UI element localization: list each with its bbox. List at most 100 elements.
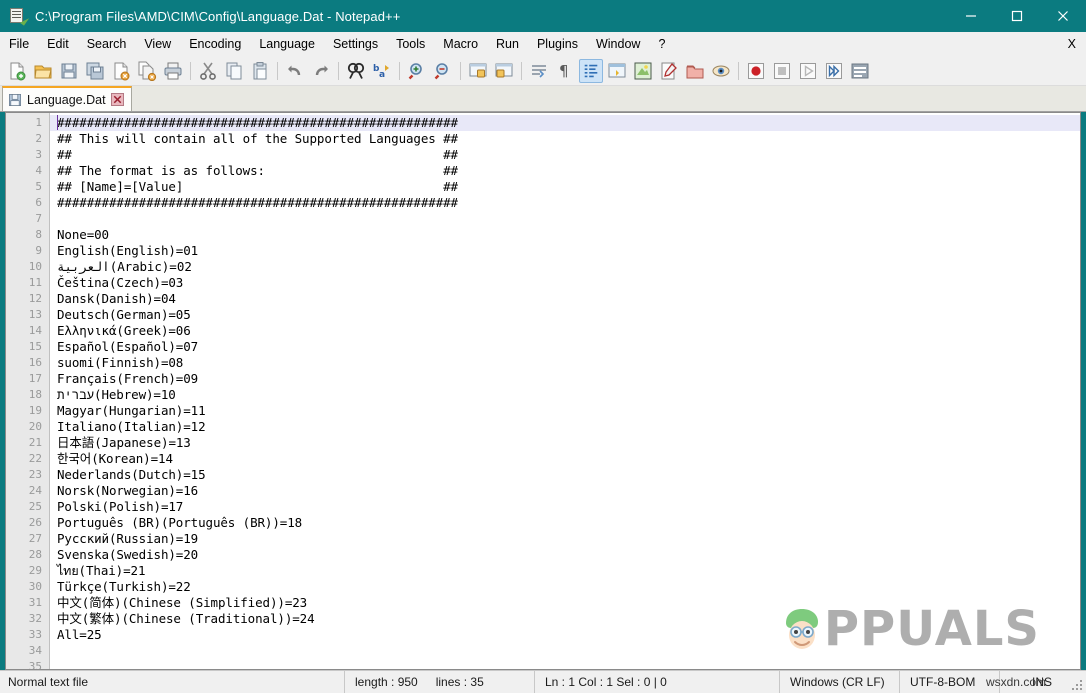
code-line[interactable]: ## [Name]=[Value] ## (50, 179, 1080, 195)
code-line[interactable]: ## This will contain all of the Supporte… (50, 131, 1080, 147)
menu-item-help[interactable]: ? (649, 32, 674, 56)
new-file-icon[interactable] (5, 59, 29, 83)
code-line[interactable]: 한국어(Korean)=14 (50, 451, 1080, 467)
code-line[interactable]: All=25 (50, 627, 1080, 643)
close-document-button[interactable]: X (1068, 32, 1076, 56)
line-number: 18 (28, 388, 42, 401)
code-line[interactable]: Svenska(Swedish)=20 (50, 547, 1080, 563)
code-line[interactable]: Deutsch(German)=05 (50, 307, 1080, 323)
code-line[interactable]: ## ## (50, 147, 1080, 163)
find-icon[interactable] (344, 59, 368, 83)
code-line[interactable]: Norsk(Norwegian)=16 (50, 483, 1080, 499)
menu-item-encoding[interactable]: Encoding (180, 32, 250, 56)
text-editor[interactable]: 1 2 3 4 5 6 7 8 9 10 11 12 13 14 15 16 17 18 19 20 21 22 23 24 2… (5, 112, 1081, 670)
code-line[interactable]: Magyar(Hungarian)=11 (50, 403, 1080, 419)
show-indent-guide-icon[interactable]: ¶ (553, 59, 577, 83)
document-map-icon[interactable] (657, 59, 681, 83)
line-number: 3 (35, 148, 42, 161)
code-line[interactable]: ########################################… (50, 195, 1080, 211)
word-wrap-icon[interactable] (527, 59, 551, 83)
close-icon[interactable] (1040, 0, 1086, 32)
line-number: 1 (35, 116, 42, 129)
menu-item-plugins[interactable]: Plugins (528, 32, 587, 56)
code-line[interactable]: Русский(Russian)=19 (50, 531, 1080, 547)
code-line[interactable] (50, 643, 1080, 659)
code-line[interactable]: 日本語(Japanese)=13 (50, 435, 1080, 451)
copy-icon[interactable] (222, 59, 246, 83)
code-line[interactable]: עברית(Hebrew)=10 (50, 387, 1080, 403)
code-line[interactable]: suomi(Finnish)=08 (50, 355, 1080, 371)
undo-icon[interactable] (283, 59, 307, 83)
maximize-icon[interactable] (994, 0, 1040, 32)
save-all-icon[interactable] (83, 59, 107, 83)
code-line[interactable]: 中文(繁体)(Chinese (Traditional))=24 (50, 611, 1080, 627)
show-all-characters-icon[interactable] (579, 58, 603, 83)
sync-horizontal-scroll-icon[interactable] (492, 59, 516, 83)
code-line[interactable]: Polski(Polish)=17 (50, 499, 1080, 515)
line-number: 5 (35, 180, 42, 193)
menu-item-tools[interactable]: Tools (387, 32, 434, 56)
title-bar: C:\Program Files\AMD\CIM\Config\Language… (0, 0, 1086, 32)
code-line[interactable]: Türkçe(Turkish)=22 (50, 579, 1080, 595)
user-defined-language-icon[interactable] (631, 59, 655, 83)
menu-item-file[interactable]: File (0, 32, 38, 56)
close-file-icon[interactable] (109, 59, 133, 83)
zoom-out-icon[interactable] (431, 59, 455, 83)
code-line[interactable]: Ελληνικά(Greek)=06 (50, 323, 1080, 339)
line-number: 11 (28, 276, 42, 289)
paste-icon[interactable] (248, 59, 272, 83)
tab-close-icon[interactable] (111, 93, 125, 107)
code-line[interactable]: Français(French)=09 (50, 371, 1080, 387)
line-number: 2 (35, 132, 42, 145)
record-macro-icon[interactable] (744, 59, 768, 83)
run-macro-multiple-icon[interactable] (822, 59, 846, 83)
line-number: 12 (28, 292, 42, 305)
code-line[interactable]: ########################################… (50, 115, 1080, 131)
code-content[interactable]: ########################################… (50, 113, 1080, 669)
menu-item-window[interactable]: Window (587, 32, 649, 56)
resize-grip[interactable] (1070, 678, 1082, 690)
zoom-in-icon[interactable] (405, 59, 429, 83)
code-line[interactable]: Čeština(Czech)=03 (50, 275, 1080, 291)
run-dialog-icon[interactable] (848, 59, 872, 83)
stop-macro-icon[interactable] (770, 59, 794, 83)
cut-icon[interactable] (196, 59, 220, 83)
tab-language-dat[interactable]: Language.Dat (2, 86, 132, 111)
minimize-icon[interactable] (948, 0, 994, 32)
save-icon[interactable] (57, 59, 81, 83)
code-line[interactable]: Nederlands(Dutch)=15 (50, 467, 1080, 483)
replace-icon[interactable]: ba (370, 59, 394, 83)
function-list-icon[interactable] (683, 59, 707, 83)
print-icon[interactable] (161, 59, 185, 83)
show-ui-icon[interactable] (605, 59, 629, 83)
code-line[interactable]: ## The format is as follows: ## (50, 163, 1080, 179)
play-macro-icon[interactable] (796, 59, 820, 83)
sync-vertical-scroll-icon[interactable] (466, 59, 490, 83)
code-line[interactable]: Português (BR)(Português (BR))=18 (50, 515, 1080, 531)
line-number: 24 (28, 484, 42, 497)
menu-item-view[interactable]: View (135, 32, 180, 56)
menu-item-macro[interactable]: Macro (434, 32, 487, 56)
code-line[interactable] (50, 659, 1080, 669)
code-line[interactable]: English(English)=01 (50, 243, 1080, 259)
code-line[interactable]: 中文(简体)(Chinese (Simplified))=23 (50, 595, 1080, 611)
open-file-icon[interactable] (31, 59, 55, 83)
menu-item-settings[interactable]: Settings (324, 32, 387, 56)
code-line[interactable]: Italiano(Italian)=12 (50, 419, 1080, 435)
menu-item-run[interactable]: Run (487, 32, 528, 56)
code-line[interactable]: Dansk(Danish)=04 (50, 291, 1080, 307)
code-line[interactable]: العربية(Arabic)=02 (50, 259, 1080, 275)
document-tab-bar: Language.Dat (0, 86, 1086, 112)
menu-item-language[interactable]: Language (250, 32, 324, 56)
status-caret-position: Ln : 1 Col : 1 Sel : 0 | 0 (535, 670, 780, 693)
code-line[interactable]: None=00 (50, 227, 1080, 243)
menu-item-search[interactable]: Search (78, 32, 136, 56)
code-line[interactable]: Español(Español)=07 (50, 339, 1080, 355)
code-line[interactable]: ไทย(Thai)=21 (50, 563, 1080, 579)
close-all-files-icon[interactable] (135, 59, 159, 83)
document-switcher-icon[interactable] (709, 59, 733, 83)
code-line[interactable] (50, 211, 1080, 227)
redo-icon[interactable] (309, 59, 333, 83)
menu-item-edit[interactable]: Edit (38, 32, 78, 56)
status-length: length : 950 (355, 675, 418, 689)
